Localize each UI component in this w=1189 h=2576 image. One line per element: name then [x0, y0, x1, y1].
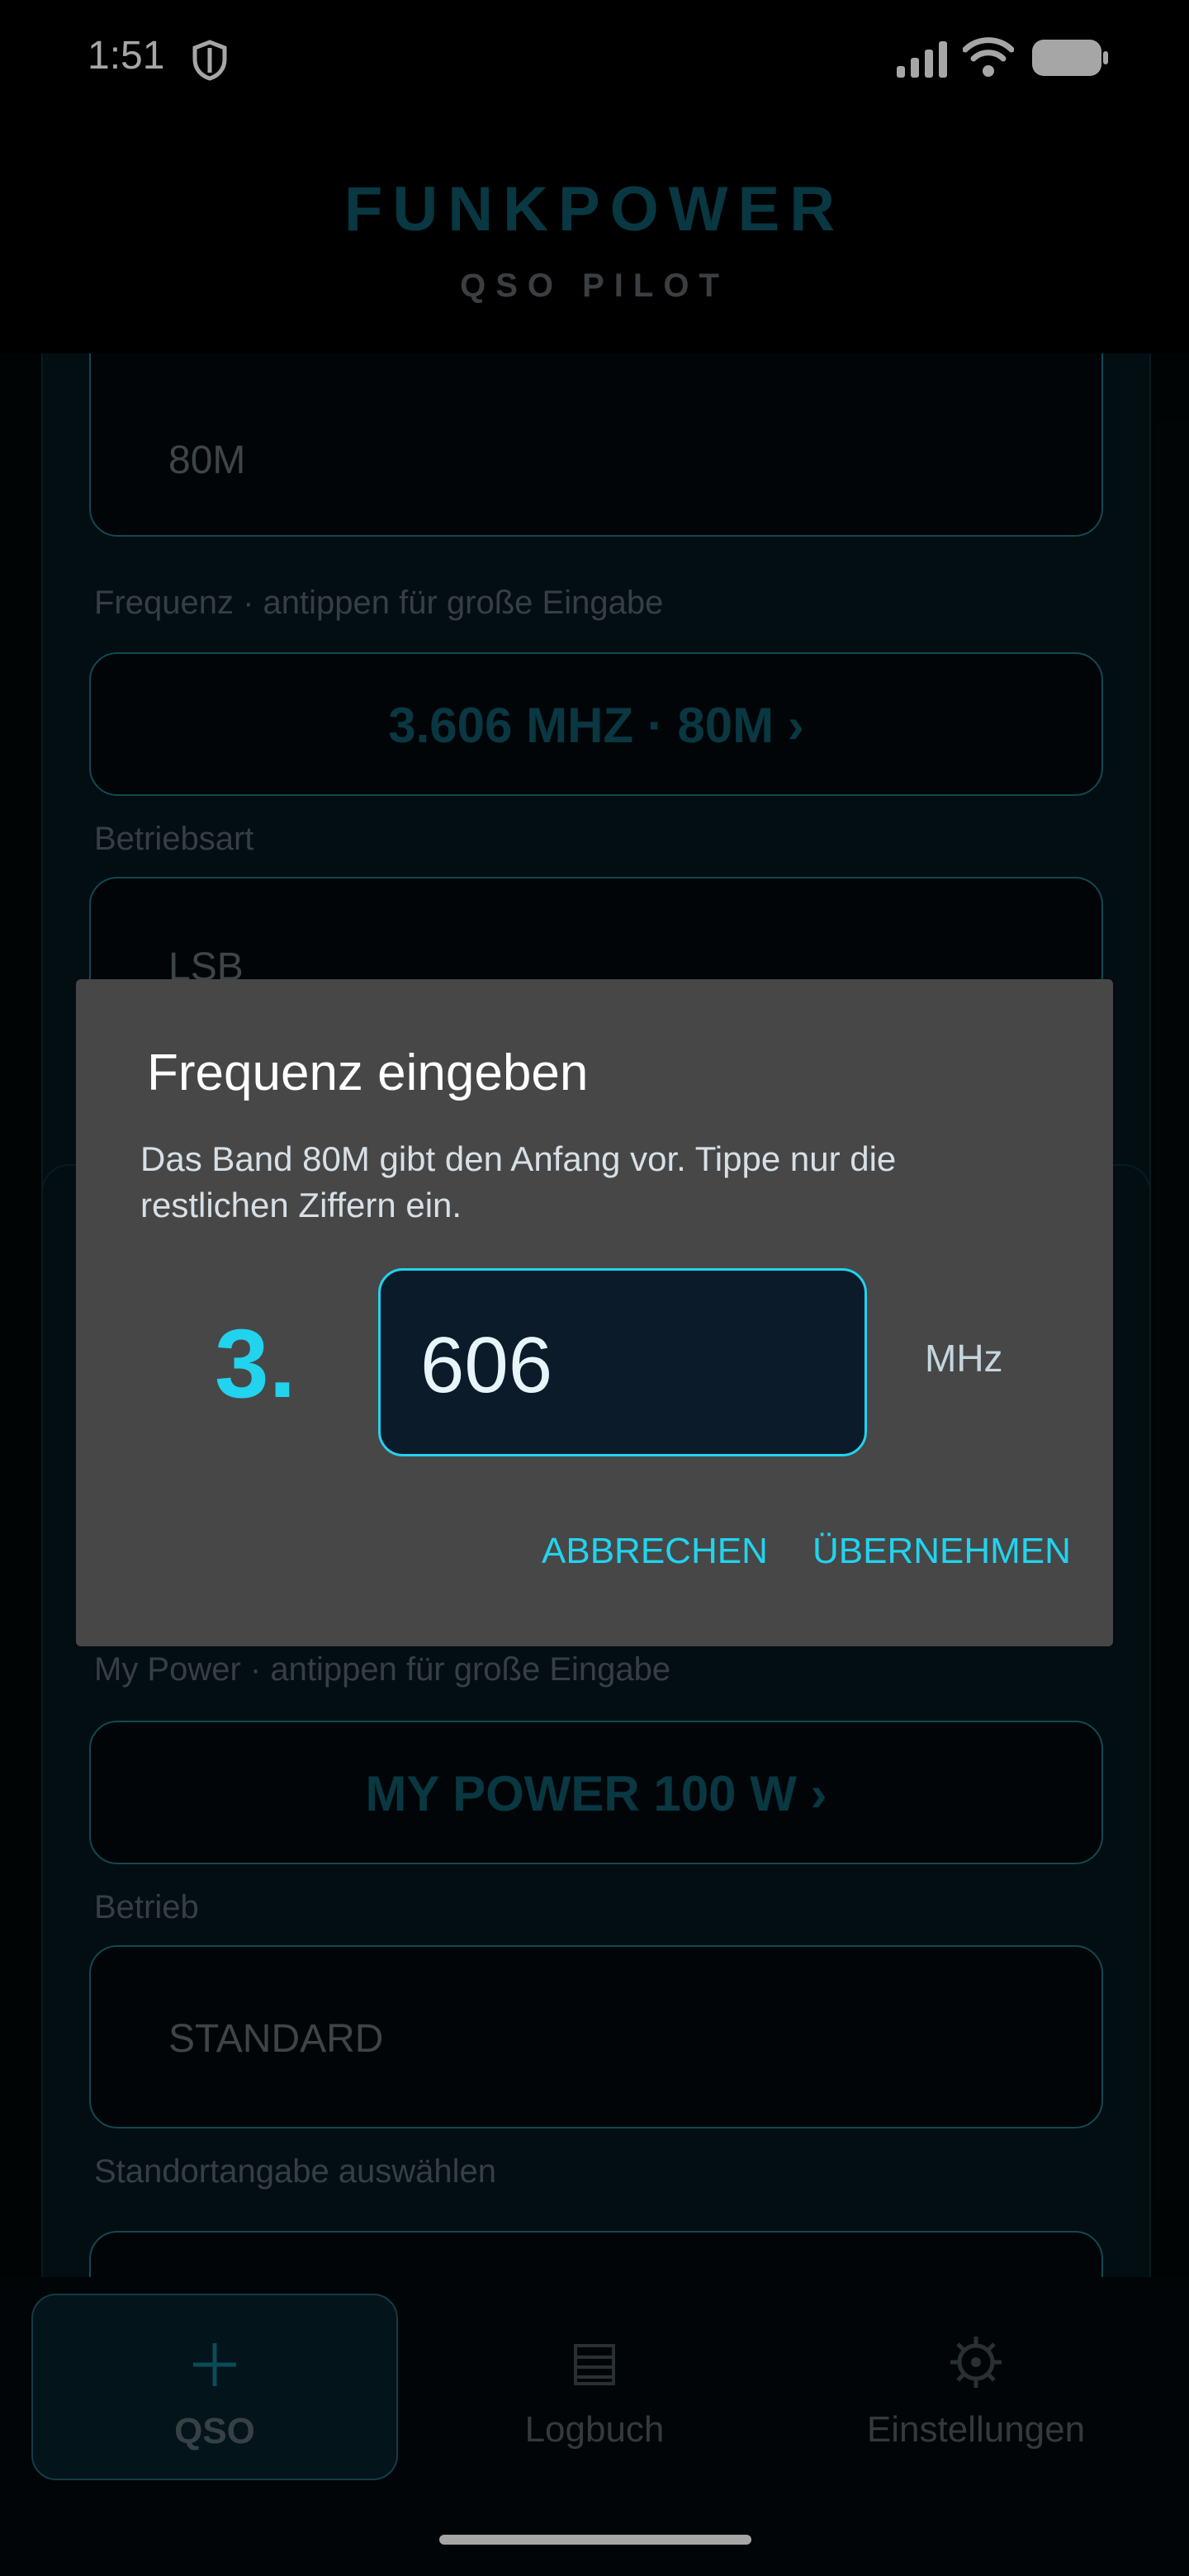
frequency-digits-value: 606	[420, 1321, 553, 1409]
frequency-dialog: Frequenz eingeben Das Band 80M gibt den …	[76, 979, 1113, 1646]
frequency-unit: MHz	[925, 1337, 1003, 1380]
frequency-digits-input[interactable]: 606	[378, 1268, 867, 1456]
cancel-button[interactable]: ABBRECHEN	[542, 1531, 768, 1572]
dialog-message: Das Band 80M gibt den Anfang vor. Tippe …	[140, 1139, 897, 1224]
dialog-title: Frequenz eingeben	[147, 1044, 589, 1101]
frequency-prefix: 3.	[215, 1309, 296, 1418]
confirm-button[interactable]: ÜBERNEHMEN	[812, 1531, 1071, 1572]
